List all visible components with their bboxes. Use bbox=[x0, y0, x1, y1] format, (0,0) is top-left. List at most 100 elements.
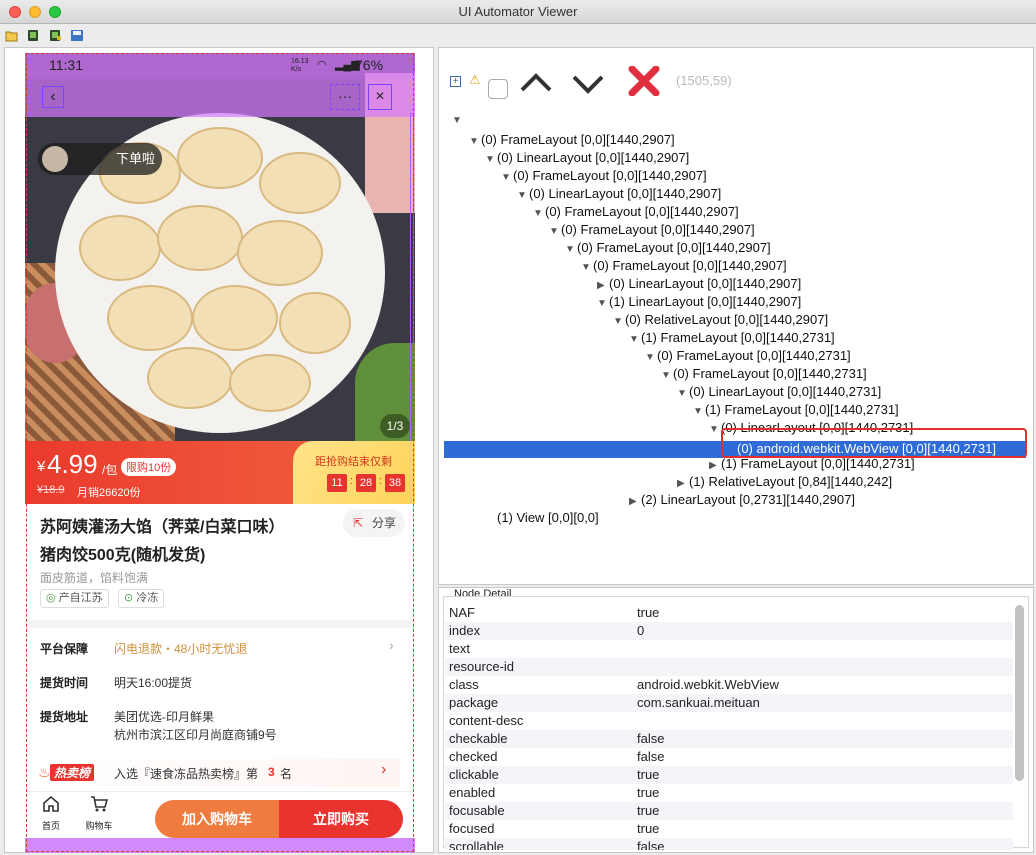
tree-node[interactable]: ▶ (1) RelativeLayout [0,84][1440,242] bbox=[677, 473, 892, 493]
toggle-naf-checkbox[interactable] bbox=[488, 79, 508, 99]
detail-value: false bbox=[637, 749, 665, 764]
detail-row[interactable]: focusable true bbox=[445, 802, 1013, 820]
tree-node-label: (0) LinearLayout [0,0][1440,2907] bbox=[529, 186, 722, 201]
cursor-coords: (1505,59) bbox=[676, 73, 732, 88]
expanded-triangle-icon[interactable]: ▼ bbox=[517, 187, 529, 205]
detail-row[interactable]: package com.sankuai.meituan bbox=[445, 694, 1013, 712]
arrow-up-icon[interactable] bbox=[519, 71, 553, 95]
detail-key: resource-id bbox=[449, 659, 515, 674]
tree-node[interactable]: ▼ (0) LinearLayout [0,0][1440,2907] bbox=[485, 149, 689, 169]
detail-row[interactable]: class android.webkit.WebView bbox=[445, 676, 1013, 694]
warning-toggle-icon[interactable]: ⚠ bbox=[469, 72, 481, 88]
tree-node[interactable]: ▼ (0) FrameLayout [0,0][1440,2907] bbox=[565, 239, 771, 259]
open-folder-icon[interactable] bbox=[5, 29, 19, 42]
tree-node[interactable]: ▼ (0) LinearLayout [0,0][1440,2731] bbox=[677, 383, 881, 403]
expanded-triangle-icon[interactable]: ▼ bbox=[501, 169, 513, 187]
tree-node[interactable]: ▶ (2) LinearLayout [0,2731][1440,2907] bbox=[629, 491, 855, 511]
clear-close-icon[interactable] bbox=[628, 66, 660, 96]
expanded-triangle-icon[interactable]: ▼ bbox=[581, 259, 593, 277]
tree-node-label: (1) View [0,0][0,0] bbox=[497, 510, 599, 525]
tree-node[interactable]: ▶ (1) FrameLayout [0,0][1440,2731] bbox=[709, 455, 915, 475]
tree-node[interactable]: ▼ (1) LinearLayout [0,0][1440,2907] bbox=[597, 293, 801, 313]
tree-node-label: (0) FrameLayout [0,0][1440,2907] bbox=[577, 240, 771, 255]
tree-node[interactable]: ▶ (0) LinearLayout [0,0][1440,2907] bbox=[597, 275, 801, 295]
detail-row[interactable]: resource-id bbox=[445, 658, 1013, 676]
phone-screen[interactable]: 11:31 16.13 K/s ◠ ▂▄▆ 76% ‹ ··· × 下单啦 1/… bbox=[25, 53, 415, 853]
detail-value: true bbox=[637, 821, 660, 836]
expanded-triangle-icon[interactable]: ▼ bbox=[549, 223, 561, 241]
expanded-triangle-icon[interactable]: ▼ bbox=[677, 385, 689, 403]
tree-node-label: (0) FrameLayout [0,0][1440,2731] bbox=[673, 366, 867, 381]
tree-node[interactable]: ▼ (0) FrameLayout [0,0][1440,2731] bbox=[661, 365, 867, 385]
node-detail-pane: Node Detail NAF true index 0 text resource-id… bbox=[438, 587, 1034, 853]
expanded-triangle-icon[interactable]: ▼ bbox=[693, 403, 705, 421]
detail-value: true bbox=[637, 605, 660, 620]
save-icon[interactable] bbox=[70, 29, 84, 42]
tree-node[interactable]: ▼ (0) FrameLayout [0,0][1440,2907] bbox=[533, 203, 739, 223]
detail-value: true bbox=[637, 767, 660, 782]
detail-value: 0 bbox=[637, 623, 645, 638]
detail-row[interactable]: content-desc bbox=[445, 712, 1013, 730]
device-screenshot-compressed-icon[interactable] bbox=[48, 29, 62, 42]
tree-node-label: (0) LinearLayout [0,0][1440,2731] bbox=[689, 384, 882, 399]
expanded-triangle-icon[interactable]: ▼ bbox=[533, 205, 545, 223]
detail-row[interactable]: NAF true bbox=[445, 604, 1013, 622]
detail-value: true bbox=[637, 785, 660, 800]
zoom-window-button[interactable] bbox=[49, 6, 61, 18]
expanded-triangle-icon[interactable]: ▼ bbox=[485, 151, 497, 169]
tree-node-label: (0) FrameLayout [0,0][1440,2907] bbox=[561, 222, 755, 237]
tree-node[interactable]: ▼ (0) RelativeLayout [0,0][1440,2907] bbox=[613, 311, 828, 331]
tree-node-label: (0) LinearLayout [0,0][1440,2907] bbox=[609, 276, 802, 291]
tree-node[interactable]: ▼ (0) FrameLayout [0,0][1440,2907] bbox=[549, 221, 755, 241]
tree-node[interactable]: ▼ (1) FrameLayout [0,0][1440,2731] bbox=[629, 329, 835, 349]
detail-value: false bbox=[637, 839, 665, 850]
detail-row[interactable]: checkable false bbox=[445, 730, 1013, 748]
expanded-triangle-icon[interactable]: ▼ bbox=[613, 313, 625, 331]
expanded-triangle-icon[interactable]: ▼ bbox=[597, 295, 609, 313]
tree-node[interactable]: (1) View [0,0][0,0] bbox=[485, 509, 599, 527]
detail-row[interactable]: scrollable false bbox=[445, 838, 1013, 850]
tree-node-label: (0) FrameLayout [0,0][1440,2731] bbox=[657, 348, 851, 363]
detail-row[interactable]: checked false bbox=[445, 748, 1013, 766]
tree-node[interactable]: ▼ (0) FrameLayout [0,0][1440,2907] bbox=[501, 167, 707, 187]
tree-node-label: (1) FrameLayout [0,0][1440,2731] bbox=[705, 402, 899, 417]
tree-node[interactable]: ▼ (0) FrameLayout [0,0][1440,2907] bbox=[469, 131, 675, 151]
expand-all-button[interactable]: + bbox=[450, 76, 461, 87]
detail-row[interactable]: clickable true bbox=[445, 766, 1013, 784]
expanded-triangle-icon[interactable]: ▼ bbox=[645, 349, 657, 367]
window-titlebar: UI Automator Viewer bbox=[0, 0, 1036, 24]
tree-root-toggle[interactable]: ▼ bbox=[452, 115, 462, 126]
detail-scrollbar[interactable] bbox=[1015, 605, 1024, 781]
selected-node-bounds bbox=[26, 53, 414, 852]
expanded-triangle-icon[interactable]: ▼ bbox=[661, 367, 673, 385]
tree-node[interactable]: ▼ (1) FrameLayout [0,0][1440,2731] bbox=[693, 401, 899, 421]
detail-key: class bbox=[449, 677, 479, 692]
screenshot-pane: 11:31 16.13 K/s ◠ ▂▄▆ 76% ‹ ··· × 下单啦 1/… bbox=[4, 47, 434, 853]
detail-row[interactable]: text bbox=[445, 640, 1013, 658]
detail-row[interactable]: index 0 bbox=[445, 622, 1013, 640]
detail-key: text bbox=[449, 641, 470, 656]
device-screenshot-icon[interactable] bbox=[26, 29, 40, 42]
detail-value: true bbox=[637, 803, 660, 818]
detail-key: focused bbox=[449, 821, 495, 836]
node-detail-table: NAF true index 0 text resource-id class android… bbox=[439, 604, 1029, 850]
minimize-window-button[interactable] bbox=[29, 6, 41, 18]
window-title: UI Automator Viewer bbox=[458, 4, 578, 19]
arrow-down-icon[interactable] bbox=[571, 72, 605, 96]
detail-key: index bbox=[449, 623, 481, 638]
detail-key: content-desc bbox=[449, 713, 524, 728]
expanded-triangle-icon[interactable]: ▼ bbox=[709, 421, 721, 439]
tree-node-label: (0) FrameLayout [0,0][1440,2907] bbox=[545, 204, 739, 219]
expanded-triangle-icon[interactable]: ▼ bbox=[629, 331, 641, 349]
tree-node[interactable]: ▼ (0) FrameLayout [0,0][1440,2907] bbox=[581, 257, 787, 277]
tree-node[interactable]: ▼ (0) FrameLayout [0,0][1440,2731] bbox=[645, 347, 851, 367]
tree-node-label: (1) FrameLayout [0,0][1440,2731] bbox=[641, 330, 835, 345]
tree-node[interactable]: ▼ (0) LinearLayout [0,0][1440,2907] bbox=[517, 185, 721, 205]
expanded-triangle-icon[interactable]: ▼ bbox=[469, 133, 481, 151]
collapsed-triangle-icon[interactable]: ▶ bbox=[629, 493, 641, 511]
detail-key: checked bbox=[449, 749, 498, 764]
close-window-button[interactable] bbox=[9, 6, 21, 18]
detail-row[interactable]: enabled true bbox=[445, 784, 1013, 802]
expanded-triangle-icon[interactable]: ▼ bbox=[565, 241, 577, 259]
detail-row[interactable]: focused true bbox=[445, 820, 1013, 838]
